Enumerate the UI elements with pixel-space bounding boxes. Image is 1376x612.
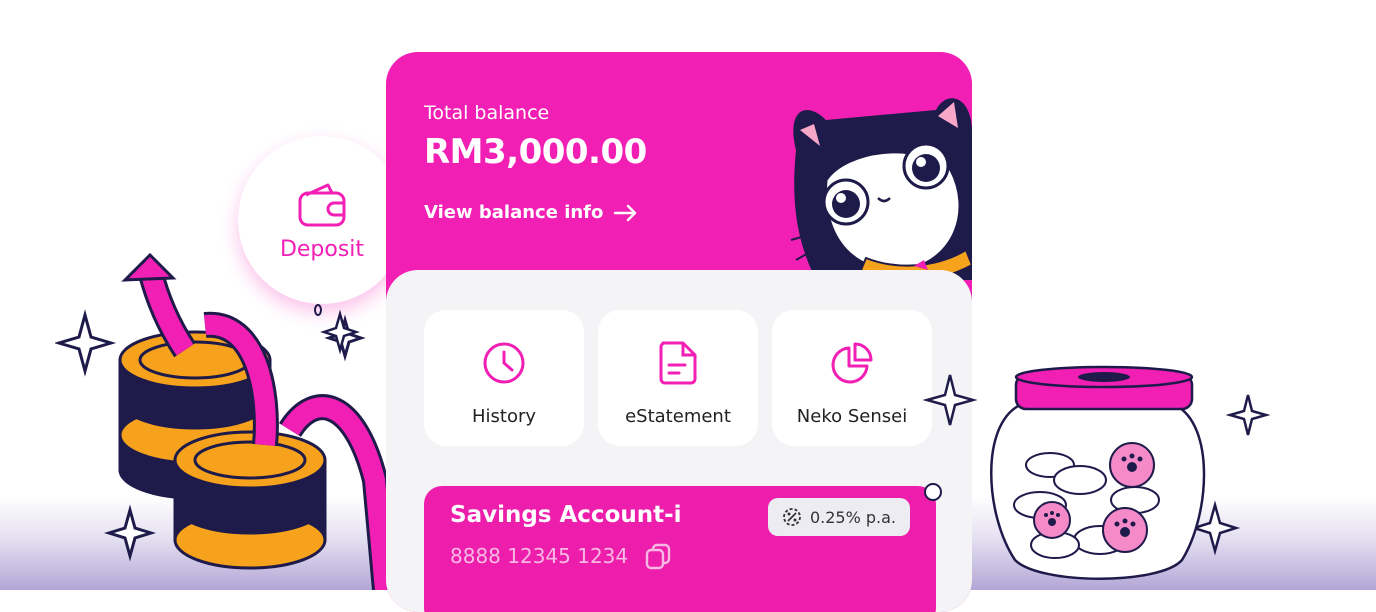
savings-account-card[interactable]: Savings Account-i 8888 12345 1234 0.25% … bbox=[424, 486, 936, 612]
account-name: Savings Account-i bbox=[450, 502, 682, 528]
balance-card: Total balance RM3,000.00 View balance in… bbox=[386, 52, 972, 612]
coin-jar-illustration bbox=[922, 365, 1271, 580]
cat-mascot-illustration bbox=[790, 98, 972, 280]
deposit-label: Deposit bbox=[279, 236, 365, 262]
pie-chart-icon bbox=[831, 342, 873, 384]
clock-icon bbox=[483, 342, 525, 384]
deposit-button[interactable]: Deposit bbox=[238, 136, 406, 304]
document-icon bbox=[659, 341, 697, 385]
total-balance-label: Total balance bbox=[424, 102, 550, 124]
estatement-label: eStatement bbox=[625, 406, 731, 427]
view-balance-info-link[interactable]: View balance info bbox=[424, 202, 639, 223]
estatement-button[interactable]: eStatement bbox=[598, 310, 758, 446]
neko-sensei-button[interactable]: Neko Sensei bbox=[772, 310, 932, 446]
actions-panel: History eStatement Neko Sensei Savings A… bbox=[386, 270, 972, 612]
wallet-icon bbox=[298, 183, 346, 226]
interest-rate: 0.25% p.a. bbox=[809, 507, 896, 527]
sparkle-decoration bbox=[314, 304, 360, 355]
interest-rate-badge: 0.25% p.a. bbox=[767, 498, 910, 536]
history-label: History bbox=[471, 406, 537, 427]
view-balance-info-label: View balance info bbox=[424, 202, 604, 223]
arrow-right-icon bbox=[614, 204, 637, 221]
account-number: 8888 12345 1234 bbox=[450, 544, 629, 568]
history-button[interactable]: History bbox=[424, 310, 584, 446]
copy-icon[interactable] bbox=[644, 542, 672, 570]
total-balance-amount: RM3,000.00 bbox=[424, 132, 647, 172]
percent-badge-icon bbox=[783, 508, 801, 526]
neko-sensei-label: Neko Sensei bbox=[796, 406, 908, 427]
